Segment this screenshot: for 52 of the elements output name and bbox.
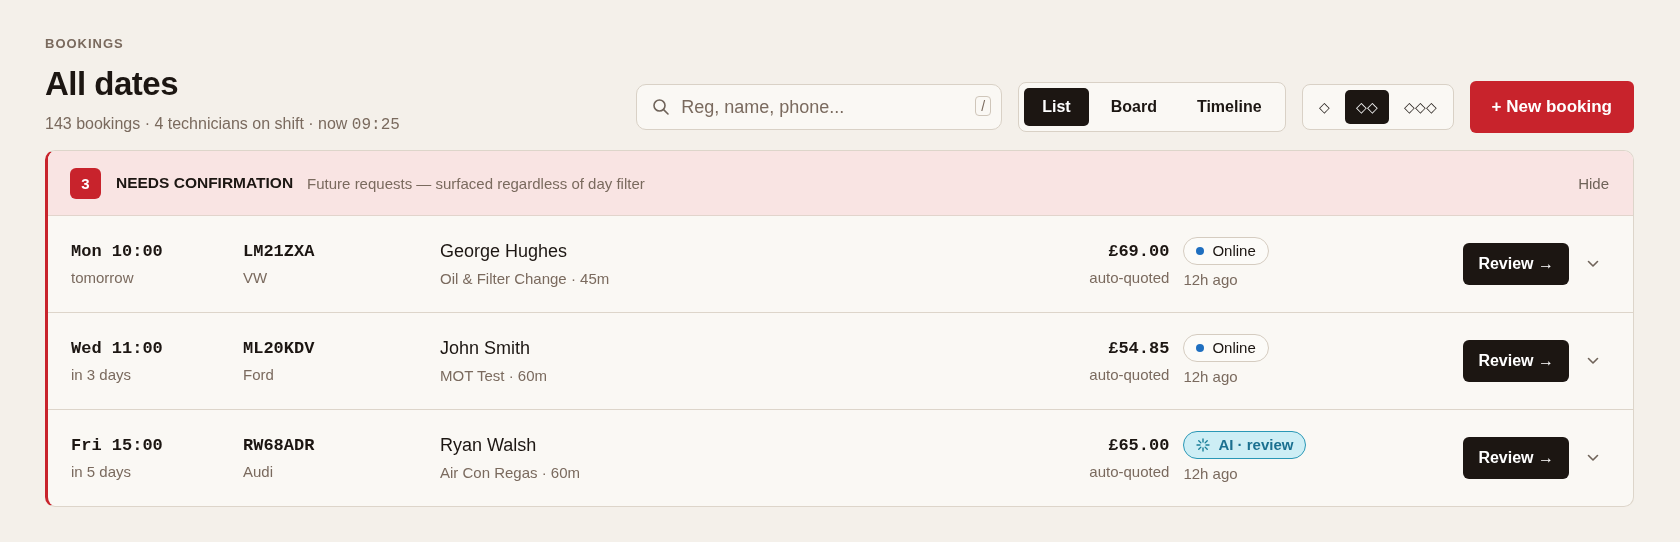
price: £69.00 [1108, 242, 1170, 261]
registration: LM21ZXA [243, 242, 316, 261]
price-note: auto-quoted [1089, 366, 1170, 383]
price-note: auto-quoted [1089, 463, 1170, 480]
review-button[interactable]: Review → [1463, 243, 1569, 285]
vehicle-make: Audi [243, 463, 275, 480]
view-tab[interactable]: Timeline [1178, 88, 1280, 126]
density-option[interactable]: ◇ [1307, 90, 1341, 124]
shortcut-key: / [975, 96, 992, 116]
customer-name: Ryan Walsh [440, 435, 538, 456]
source-badge: Online [1183, 236, 1269, 265]
service-info: Air Con Regas · 60m [440, 464, 582, 481]
density-option[interactable]: ◇◇◇ [1392, 90, 1448, 124]
price: £54.85 [1108, 339, 1170, 358]
review-button[interactable]: Review → [1463, 437, 1569, 479]
booking-time: Fri 15:00 [71, 436, 164, 455]
price-note: auto-quoted [1089, 269, 1170, 286]
request-age: 12h ago [1183, 464, 1239, 482]
review-button[interactable]: Review → [1463, 340, 1569, 382]
request-age: 12h ago [1183, 367, 1239, 385]
relative-day: tomorrow [71, 269, 243, 286]
booking-time: Wed 11:00 [71, 339, 164, 358]
current-time: 09:25 [351, 116, 400, 134]
vehicle-make: VW [243, 269, 269, 286]
section-label: BOOKINGS [45, 36, 125, 51]
hide-link[interactable]: Hide [1578, 174, 1609, 192]
service-info: MOT Test · 60m [440, 367, 548, 384]
view-tab[interactable]: List [1024, 88, 1089, 126]
request-age: 12h ago [1183, 270, 1239, 288]
source-badge: AI · review [1183, 430, 1307, 459]
booking-time: Mon 10:00 [71, 242, 164, 261]
panel-subtitle: Future requests — surfaced regardless of day filter [307, 174, 646, 192]
registration: ML20KDV [243, 339, 316, 358]
service-info: Oil & Filter Change · 45m [440, 270, 611, 287]
relative-day: in 5 days [71, 463, 243, 480]
status-dot-icon [1196, 343, 1205, 352]
count-badge: 3 [70, 167, 101, 199]
vehicle-make: Ford [243, 366, 275, 383]
summary-text: 143 bookings · 4 technicians on shift · now [45, 115, 349, 132]
customer-name: George Hughes [440, 241, 569, 262]
page-title: All dates [45, 65, 180, 103]
view-tab[interactable]: Board [1092, 88, 1175, 126]
source-badge: Online [1183, 333, 1269, 362]
new-booking-button[interactable]: + New booking [1469, 81, 1634, 133]
spinner-icon [1196, 437, 1211, 452]
relative-day: in 3 days [71, 366, 243, 383]
registration: RW68ADR [243, 436, 316, 455]
customer-name: John Smith [440, 338, 532, 359]
status-dot-icon [1196, 246, 1205, 255]
price: £65.00 [1108, 436, 1170, 455]
density-option[interactable]: ◇◇ [1344, 90, 1389, 124]
panel-title: NEEDS CONFIRMATION [116, 174, 294, 192]
